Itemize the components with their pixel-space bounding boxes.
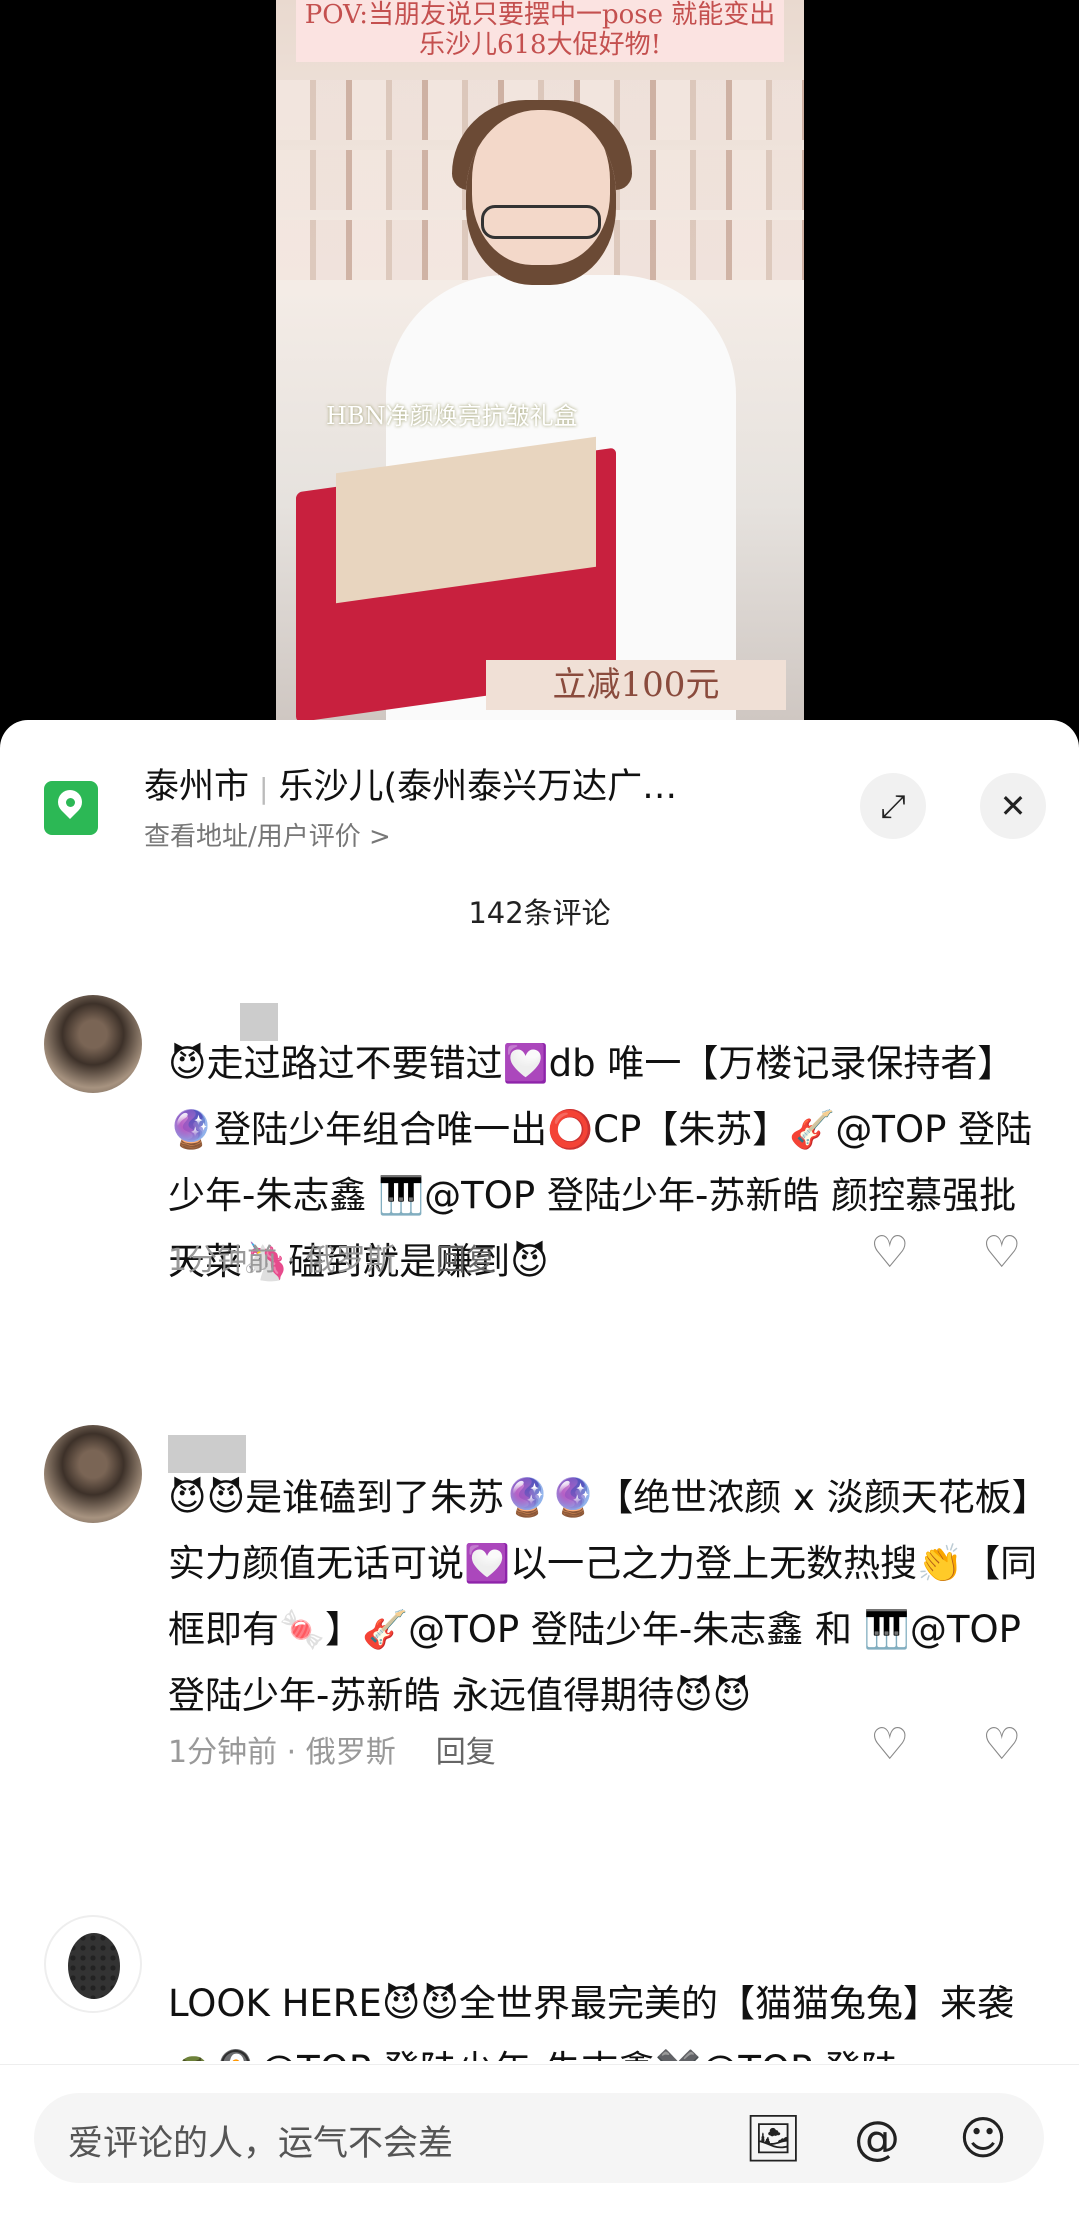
location-store: 乐沙儿(泰州泰兴万达广… xyxy=(278,767,678,807)
like-icon[interactable]: ♡ xyxy=(870,1227,909,1278)
comment-input[interactable]: 爱评论的人，运气不会差 🖼 @ ☺ xyxy=(34,2093,1044,2183)
dislike-icon[interactable]: ♡ xyxy=(982,1227,1021,1278)
location-subtitle-link[interactable]: 查看地址/用户评价 > xyxy=(144,816,391,853)
person-face xyxy=(466,110,616,285)
comment-input-bar: 爱评论的人，运气不会差 🖼 @ ☺ xyxy=(0,2064,1079,2215)
comment-place: 俄罗斯 xyxy=(305,1735,396,1770)
comment-text: LOOK HERE😈😈全世界最完美的【猫猫兔兔】来袭🐢🍳@TOP 登陆少年-朱志… xyxy=(168,1982,1014,2061)
comment-input-placeholder: 爱评论的人，运气不会差 xyxy=(68,2124,454,2164)
dislike-icon[interactable]: ♡ xyxy=(982,1719,1021,1770)
location-city: 泰州市 xyxy=(144,767,250,807)
video-player[interactable]: POV:当朋友说只要摆中一pose 就能变出乐沙儿618大促好物! HBN净颜焕… xyxy=(0,0,1079,720)
emoji-icon[interactable]: ☺ xyxy=(959,2111,1007,2165)
price-tag: 立减100元 xyxy=(486,660,786,710)
like-icon[interactable]: ♡ xyxy=(870,1719,909,1770)
avatar[interactable] xyxy=(44,995,142,1093)
close-icon[interactable]: ✕ xyxy=(980,773,1046,839)
reply-button[interactable]: 回复 xyxy=(436,1735,496,1770)
comment-meta: 1分钟前 · 俄罗斯 回复 xyxy=(168,1735,496,1770)
image-icon[interactable]: 🖼 xyxy=(744,2111,802,2166)
at-icon[interactable]: @ xyxy=(854,2111,900,2165)
reply-button[interactable]: 回复 xyxy=(436,1243,496,1278)
glasses xyxy=(481,205,601,239)
location-separator: | xyxy=(259,772,269,805)
avatar[interactable] xyxy=(44,1915,142,2013)
video-frame: POV:当朋友说只要摆中一pose 就能变出乐沙儿618大促好物! HBN净颜焕… xyxy=(276,0,804,720)
location-pin-icon[interactable] xyxy=(44,781,98,835)
product-label: HBN净颜焕亮抗皱礼盒 xyxy=(326,402,578,430)
location-title[interactable]: 泰州市 | 乐沙儿(泰州泰兴万达广… xyxy=(144,758,764,809)
comment-time: 1分钟前 xyxy=(168,1243,278,1278)
comment-place: 俄罗斯 xyxy=(305,1243,396,1278)
expand-icon[interactable]: ⤢ xyxy=(860,773,926,839)
comment-sheet: 泰州市 | 乐沙儿(泰州泰兴万达广… 查看地址/用户评价 > ⤢ ✕ 142条评论 … xyxy=(0,720,1079,2214)
comment-time: 1分钟前 xyxy=(168,1735,278,1770)
comment-meta: 1分钟前 · 俄罗斯 回复 xyxy=(168,1243,496,1278)
video-banner-text: POV:当朋友说只要摆中一pose 就能变出乐沙儿618大促好物! xyxy=(296,0,784,62)
comment-text: 😈😈是谁磕到了朱苏🔮🔮【绝世浓颜 x 淡颜天花板】实力颜值无话可说💟以一己之力登… xyxy=(168,1476,1038,1717)
comment-count: 142条评论 xyxy=(468,896,611,930)
avatar[interactable] xyxy=(44,1425,142,1523)
